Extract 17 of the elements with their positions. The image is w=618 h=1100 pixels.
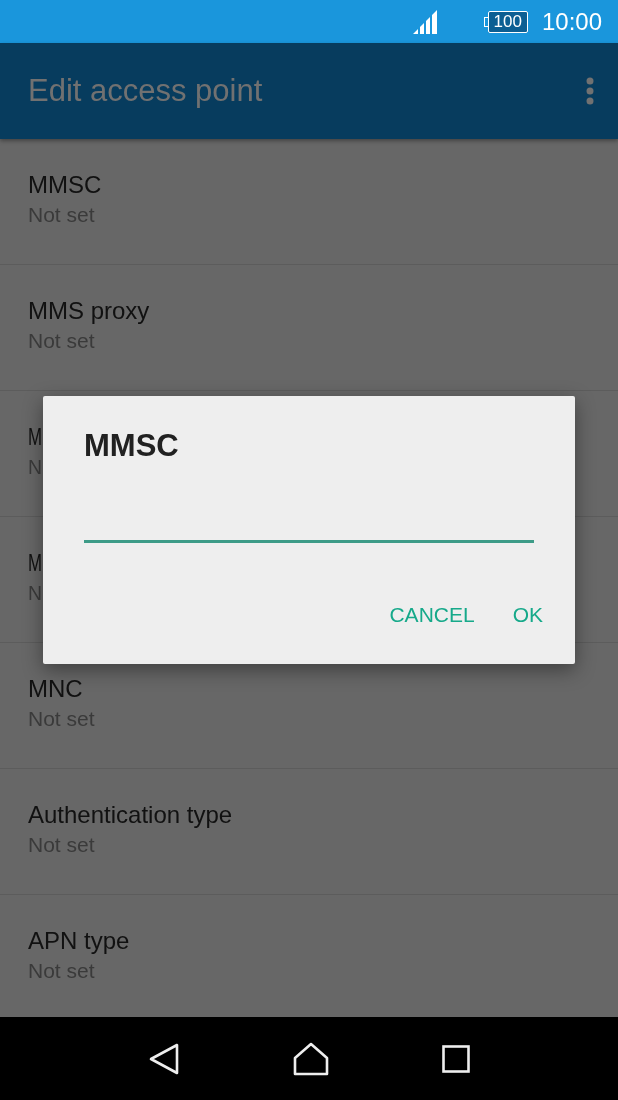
battery-level: 100 bbox=[487, 10, 528, 33]
setting-title: MNC bbox=[28, 673, 83, 704]
setting-title: Authentication type bbox=[28, 799, 233, 830]
signal-icon bbox=[411, 8, 438, 35]
home-icon[interactable] bbox=[293, 1041, 329, 1076]
dialog-title: MMSC bbox=[84, 428, 180, 464]
setting-title: M bbox=[28, 421, 42, 452]
screen-title: Edit access point bbox=[28, 73, 264, 109]
cancel-button[interactable]: CANCEL bbox=[373, 595, 491, 635]
setting-title: MMSC bbox=[28, 169, 102, 200]
ok-button[interactable]: OK bbox=[496, 595, 559, 635]
setting-title: M bbox=[28, 547, 42, 578]
recent-apps-icon[interactable] bbox=[441, 1044, 470, 1073]
setting-title: APN type bbox=[28, 925, 130, 956]
setting-title: MMS proxy bbox=[28, 295, 150, 326]
clock-time: 10:00 bbox=[541, 7, 602, 36]
back-icon[interactable] bbox=[148, 1042, 181, 1075]
